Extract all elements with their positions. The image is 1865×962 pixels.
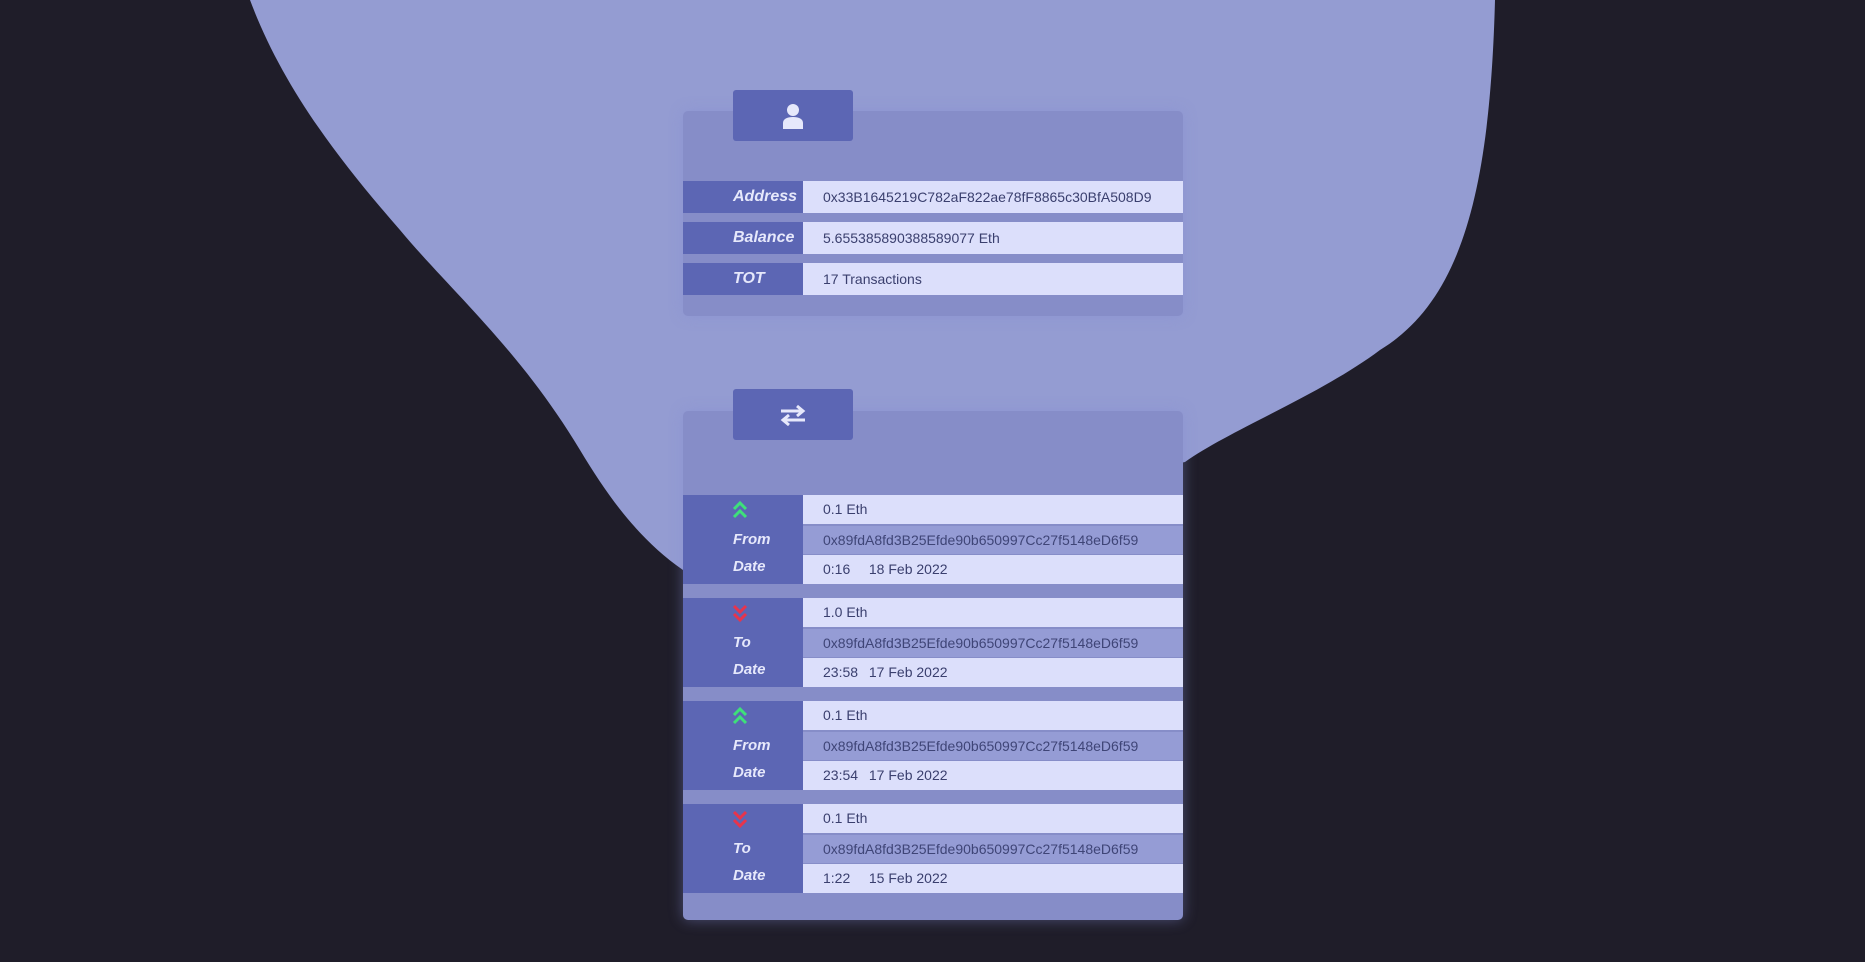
transaction-party-label: To [733,634,751,651]
double-chevron-down-icon [732,810,748,829]
transaction-side: From Date [683,701,803,790]
user-icon [783,103,803,129]
transaction-side: To Date [683,804,803,893]
address-value: 0x33B1645219C782aF822ae78fF8865c30BfA508… [803,181,1183,213]
transaction-amount: 1.0 Eth [803,598,1183,627]
transaction-amount: 0.1 Eth [803,701,1183,730]
transaction-date-label: Date [733,867,766,884]
transaction-side: From Date [683,495,803,584]
transaction-time: 1:22 [823,870,851,886]
transactions-card: From Date 0.1 Eth 0x89fdA8fd3B25Efde90b6… [683,389,1183,920]
tot-row: TOT 17 Transactions [683,263,1183,295]
transaction-date: 17 Feb 2022 [868,767,948,783]
account-card: Address 0x33B1645219C782aF822ae78fF8865c… [683,90,1183,316]
transaction-date-label: Date [733,661,766,678]
transaction-time: 23:58 [823,664,859,680]
transaction-time: 0:16 [823,561,851,577]
balance-label: Balance [683,222,803,254]
transaction-party-label: From [733,531,771,548]
transaction-datetime: 1:22 15 Feb 2022 [803,864,1183,893]
transaction-datetime: 23:54 17 Feb 2022 [803,761,1183,790]
swap-arrows-icon [780,404,806,426]
balance-row: Balance 5.655385890388589077 Eth [683,222,1183,254]
transaction-datetime: 0:16 18 Feb 2022 [803,555,1183,584]
account-tab[interactable] [733,90,853,141]
transaction-item[interactable]: To Date 0.1 Eth 0x89fdA8fd3B25Efde90b650… [683,804,1183,893]
transaction-date: 17 Feb 2022 [868,664,948,680]
transaction-item[interactable]: To Date 1.0 Eth 0x89fdA8fd3B25Efde90b650… [683,598,1183,687]
transaction-address[interactable]: 0x89fdA8fd3B25Efde90b650997Cc27f5148eD6f… [803,629,1183,657]
double-chevron-up-icon [732,500,748,519]
transaction-time: 23:54 [823,767,859,783]
transaction-date-label: Date [733,558,766,575]
transaction-amount: 0.1 Eth [803,495,1183,524]
transactions-tab[interactable] [733,389,853,440]
tot-label: TOT [683,263,803,295]
transaction-date: 18 Feb 2022 [868,561,948,577]
transaction-party-label: From [733,737,771,754]
tot-value: 17 Transactions [803,263,1183,295]
double-chevron-down-icon [732,604,748,623]
transaction-date-label: Date [733,764,766,781]
transaction-party-label: To [733,840,751,857]
transaction-address[interactable]: 0x89fdA8fd3B25Efde90b650997Cc27f5148eD6f… [803,526,1183,554]
transaction-item[interactable]: From Date 0.1 Eth 0x89fdA8fd3B25Efde90b6… [683,495,1183,584]
transaction-date: 15 Feb 2022 [868,870,948,886]
page: Address 0x33B1645219C782aF822ae78fF8865c… [0,0,1865,962]
transaction-datetime: 23:58 17 Feb 2022 [803,658,1183,687]
transaction-amount: 0.1 Eth [803,804,1183,833]
transaction-address[interactable]: 0x89fdA8fd3B25Efde90b650997Cc27f5148eD6f… [803,732,1183,760]
double-chevron-up-icon [732,706,748,725]
address-label: Address [683,181,803,213]
transaction-address[interactable]: 0x89fdA8fd3B25Efde90b650997Cc27f5148eD6f… [803,835,1183,863]
balance-value: 5.655385890388589077 Eth [803,222,1183,254]
address-row: Address 0x33B1645219C782aF822ae78fF8865c… [683,181,1183,213]
transaction-item[interactable]: From Date 0.1 Eth 0x89fdA8fd3B25Efde90b6… [683,701,1183,790]
transaction-side: To Date [683,598,803,687]
